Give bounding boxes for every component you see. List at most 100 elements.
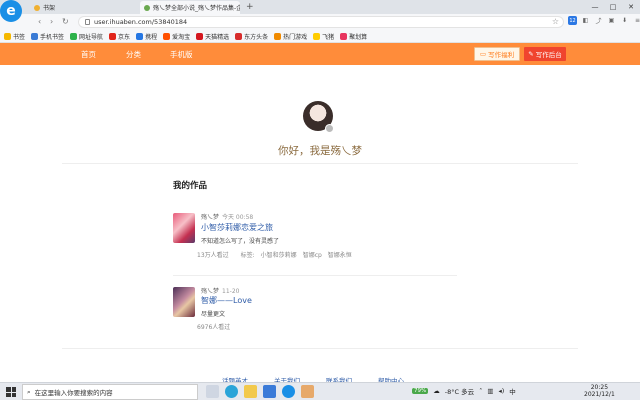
task-view-icon[interactable] bbox=[206, 385, 219, 398]
nav-mobile[interactable]: 手机版 bbox=[170, 49, 193, 60]
bookmark-item[interactable]: 书签 bbox=[4, 32, 25, 41]
bookmark-item[interactable]: 飞猪 bbox=[313, 32, 334, 41]
extension-icon[interactable]: ◧ bbox=[581, 16, 590, 25]
edge-icon[interactable] bbox=[225, 385, 238, 398]
extension-badge-icon[interactable]: 12 bbox=[568, 16, 577, 25]
bookmark-item[interactable]: 手机书签 bbox=[31, 32, 64, 41]
nav-home[interactable]: 首页 bbox=[81, 49, 96, 60]
bookmark-icon bbox=[196, 32, 204, 40]
taskbar: ⌕ 在这里输入你要搜索的内容 79% ☁ -8°C 多云 ˄ ▥ ◂) 中 20… bbox=[0, 382, 640, 400]
tag[interactable]: 小智和莎莉娜 bbox=[261, 250, 297, 259]
bookmark-item[interactable]: 京东 bbox=[109, 32, 130, 41]
tag[interactable]: 智娜cp bbox=[303, 250, 322, 259]
book-cover[interactable] bbox=[173, 287, 195, 317]
author-name[interactable]: 殇乀梦 bbox=[201, 214, 219, 221]
bookmark-label: 爱淘宝 bbox=[172, 33, 191, 41]
divider bbox=[62, 348, 578, 349]
bookmark-label: 飞猪 bbox=[322, 33, 335, 41]
work-description: 不知道怎么写了，没有灵感了 bbox=[201, 238, 280, 245]
tray-badge[interactable]: 79% bbox=[412, 388, 429, 394]
share-icon[interactable]: ⤴ bbox=[594, 16, 603, 25]
work-meta: 13万人看过 标签: 小智和莎莉娜 智娜cp 智娜永恒 bbox=[197, 250, 352, 259]
refresh-icon[interactable]: ↻ bbox=[62, 17, 69, 26]
work-title[interactable]: 智娜——Love bbox=[201, 295, 252, 306]
bookmark-label: 携程 bbox=[145, 33, 158, 41]
bookmark-label: 网址导航 bbox=[79, 33, 104, 41]
bookmark-label: 热门游戏 bbox=[283, 33, 308, 41]
network-icon[interactable]: ▥ bbox=[487, 387, 493, 395]
browser-taskbar-icon[interactable] bbox=[282, 385, 295, 398]
new-tab-button[interactable]: + bbox=[246, 2, 254, 12]
tag[interactable]: 智娜永恒 bbox=[328, 250, 352, 259]
book-cover[interactable] bbox=[173, 213, 195, 243]
pen-icon: ✎ bbox=[528, 50, 534, 58]
divider bbox=[62, 163, 578, 164]
browser-logo[interactable]: e bbox=[0, 0, 22, 22]
system-tray: 79% ☁ -8°C 多云 ˄ ▥ ◂) 中 bbox=[412, 386, 516, 396]
bookmark-item[interactable]: 东方头条 bbox=[235, 32, 268, 41]
tab-label: 殇乀梦全部小说_殇乀梦作品集-企 bbox=[153, 5, 240, 12]
bookmark-item[interactable]: 聚划算 bbox=[340, 32, 367, 41]
bookmark-label: 京东 bbox=[118, 33, 131, 41]
writing-welfare-label: 写作福利 bbox=[488, 51, 515, 59]
work-time: 11-20 bbox=[222, 288, 240, 295]
bookmark-icon bbox=[70, 32, 78, 40]
taskbar-search-input[interactable]: ⌕ 在这里输入你要搜索的内容 bbox=[22, 384, 198, 400]
nav-category[interactable]: 分类 bbox=[126, 49, 141, 60]
tab-author-page[interactable]: 殇乀梦全部小说_殇乀梦作品集-企 ✕ bbox=[140, 1, 240, 14]
file-explorer-icon[interactable] bbox=[244, 385, 257, 398]
bookmark-icon bbox=[4, 32, 11, 40]
writing-backend-label: 写作后台 bbox=[535, 51, 562, 59]
maximize-button[interactable]: □ bbox=[604, 0, 622, 14]
chevron-up-icon[interactable]: ˄ bbox=[479, 387, 482, 395]
bookmark-item[interactable]: 携程 bbox=[136, 32, 157, 41]
taskbar-apps bbox=[206, 385, 314, 398]
bookmark-icon bbox=[136, 32, 144, 40]
clock-date: 2021/12/1 bbox=[584, 391, 615, 398]
url-input[interactable]: user.ihuaben.com/53840184 ☆ bbox=[78, 16, 564, 28]
profile-greeting: 你好，我是殇乀梦 bbox=[278, 145, 362, 157]
work-meta: 6976人看过 bbox=[197, 322, 230, 331]
volume-icon[interactable]: ◂) bbox=[498, 387, 504, 395]
bookmark-icon bbox=[313, 32, 321, 40]
avatar-badge-icon bbox=[325, 124, 334, 133]
bookmark-icon bbox=[163, 32, 171, 40]
back-icon[interactable]: ‹ bbox=[38, 17, 41, 26]
minimize-button[interactable]: — bbox=[586, 0, 604, 14]
address-bar-row: ‹ › ↻ user.ihuaben.com/53840184 ☆ bbox=[0, 14, 640, 30]
mail-icon[interactable] bbox=[263, 385, 276, 398]
work-author: 殇乀梦 今天 00:58 bbox=[201, 212, 253, 221]
forward-icon[interactable]: › bbox=[50, 17, 53, 26]
bookmark-item[interactable]: 爱淘宝 bbox=[163, 32, 190, 41]
app-icon[interactable] bbox=[301, 385, 314, 398]
bookmark-star-icon[interactable]: ☆ bbox=[552, 17, 559, 26]
bookmark-icon bbox=[274, 32, 282, 40]
input-language[interactable]: 中 bbox=[509, 386, 516, 396]
bookmark-label: 手机书签 bbox=[40, 33, 65, 41]
collections-icon[interactable]: ▣ bbox=[607, 16, 616, 25]
bookmark-label: 天猫精选 bbox=[205, 33, 230, 41]
bookmark-icon bbox=[31, 32, 39, 40]
bookmark-label: 聚划算 bbox=[349, 33, 368, 41]
tags-label: 标签: bbox=[240, 252, 255, 259]
section-title: 我的作品 bbox=[173, 181, 208, 191]
writing-backend-button[interactable]: ✎ 写作后台 bbox=[524, 47, 566, 61]
bookmark-item[interactable]: 网址导航 bbox=[70, 32, 103, 41]
downloads-icon[interactable]: ⬇ bbox=[620, 16, 629, 25]
bookmark-item[interactable]: 热门游戏 bbox=[274, 32, 307, 41]
clock[interactable]: 20:25 2021/12/1 bbox=[584, 384, 615, 398]
windows-start-icon[interactable] bbox=[6, 387, 16, 397]
writing-welfare-button[interactable]: ▭ 写作福利 bbox=[474, 47, 520, 61]
gift-icon: ▭ bbox=[479, 50, 487, 58]
toolbar-icons: 12 ◧ ⤴ ▣ ⬇ ≡ bbox=[568, 16, 640, 25]
bookmark-item[interactable]: 天猫精选 bbox=[196, 32, 229, 41]
author-name[interactable]: 殇乀梦 bbox=[201, 288, 219, 295]
work-title[interactable]: 小智莎莉娜恋爱之旅 bbox=[201, 222, 273, 233]
tab-bookshelf[interactable]: 书架 bbox=[30, 1, 140, 14]
tab-label: 书架 bbox=[43, 5, 56, 12]
tab-strip: 书架 殇乀梦全部小说_殇乀梦作品集-企 ✕ + — □ ✕ bbox=[0, 0, 640, 14]
menu-icon[interactable]: ≡ bbox=[633, 16, 640, 25]
weather-text[interactable]: -8°C 多云 bbox=[445, 386, 474, 396]
divider bbox=[173, 275, 457, 276]
close-window-button[interactable]: ✕ bbox=[622, 0, 640, 14]
